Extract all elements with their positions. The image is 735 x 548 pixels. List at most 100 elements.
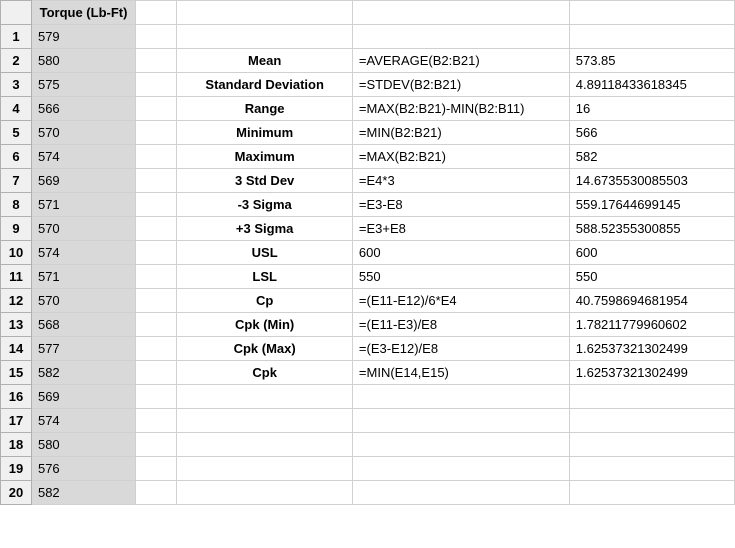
torque-cell[interactable]: 568 (31, 313, 135, 337)
stat-label-cell[interactable]: Maximum (177, 145, 353, 169)
blank-cell[interactable] (136, 361, 177, 385)
formula-cell[interactable]: =MAX(B2:B21)-MIN(B2:B11) (352, 97, 569, 121)
stat-label-cell[interactable]: Cp (177, 289, 353, 313)
formula-cell[interactable]: =MIN(B2:B21) (352, 121, 569, 145)
blank-cell[interactable] (136, 385, 177, 409)
stat-label-cell[interactable]: Cpk (177, 361, 353, 385)
row-number[interactable]: 6 (1, 145, 32, 169)
torque-cell[interactable]: 570 (31, 121, 135, 145)
stat-label-cell[interactable]: 3 Std Dev (177, 169, 353, 193)
stat-label-cell[interactable]: Minimum (177, 121, 353, 145)
result-cell[interactable]: 559.17644699145 (569, 193, 734, 217)
stat-label-cell[interactable]: LSL (177, 265, 353, 289)
torque-cell[interactable]: 566 (31, 97, 135, 121)
result-cell[interactable]: 1.62537321302499 (569, 337, 734, 361)
formula-cell[interactable] (352, 385, 569, 409)
result-cell[interactable]: 1.62537321302499 (569, 361, 734, 385)
formula-cell[interactable]: 600 (352, 241, 569, 265)
stat-label-cell[interactable]: +3 Sigma (177, 217, 353, 241)
result-cell[interactable]: 14.6735530085503 (569, 169, 734, 193)
result-header[interactable] (569, 1, 734, 25)
row-number[interactable]: 3 (1, 73, 32, 97)
result-cell[interactable] (569, 25, 734, 49)
row-number[interactable]: 2 (1, 49, 32, 73)
formula-cell[interactable]: =STDEV(B2:B21) (352, 73, 569, 97)
stat-label-cell[interactable]: Range (177, 97, 353, 121)
blank-cell[interactable] (136, 457, 177, 481)
row-number[interactable]: 4 (1, 97, 32, 121)
torque-cell[interactable]: 570 (31, 289, 135, 313)
formula-cell[interactable] (352, 433, 569, 457)
row-number[interactable]: 19 (1, 457, 32, 481)
blank-cell[interactable] (136, 25, 177, 49)
result-cell[interactable]: 600 (569, 241, 734, 265)
torque-cell[interactable]: 575 (31, 73, 135, 97)
row-number[interactable]: 10 (1, 241, 32, 265)
result-cell[interactable] (569, 481, 734, 505)
blank-cell[interactable] (136, 193, 177, 217)
torque-cell[interactable]: 582 (31, 361, 135, 385)
row-number[interactable]: 16 (1, 385, 32, 409)
stat-label-cell[interactable]: Standard Deviation (177, 73, 353, 97)
stat-label-cell[interactable] (177, 433, 353, 457)
row-number[interactable]: 7 (1, 169, 32, 193)
blank-cell[interactable] (136, 481, 177, 505)
torque-cell[interactable]: 579 (31, 25, 135, 49)
blank-cell[interactable] (136, 433, 177, 457)
result-cell[interactable]: 582 (569, 145, 734, 169)
row-number[interactable]: 18 (1, 433, 32, 457)
row-number[interactable]: 15 (1, 361, 32, 385)
torque-header[interactable]: Torque (Lb-Ft) (31, 1, 135, 25)
result-cell[interactable] (569, 457, 734, 481)
stat-label-cell[interactable] (177, 409, 353, 433)
torque-cell[interactable]: 574 (31, 409, 135, 433)
formula-cell[interactable]: =E3-E8 (352, 193, 569, 217)
formula-cell[interactable] (352, 481, 569, 505)
stat-label-cell[interactable] (177, 457, 353, 481)
formula-cell[interactable]: =E3+E8 (352, 217, 569, 241)
result-cell[interactable]: 4.89118433618345 (569, 73, 734, 97)
label-header[interactable] (177, 1, 353, 25)
stat-label-cell[interactable]: -3 Sigma (177, 193, 353, 217)
formula-cell[interactable]: =(E3-E12)/E8 (352, 337, 569, 361)
row-number[interactable]: 11 (1, 265, 32, 289)
blank-cell[interactable] (136, 145, 177, 169)
row-number[interactable]: 5 (1, 121, 32, 145)
row-number[interactable]: 1 (1, 25, 32, 49)
formula-cell[interactable]: =AVERAGE(B2:B21) (352, 49, 569, 73)
result-cell[interactable] (569, 385, 734, 409)
blank-cell[interactable] (136, 313, 177, 337)
result-cell[interactable] (569, 433, 734, 457)
row-number[interactable]: 12 (1, 289, 32, 313)
row-number[interactable]: 20 (1, 481, 32, 505)
blank-cell[interactable] (136, 217, 177, 241)
result-cell[interactable]: 588.52355300855 (569, 217, 734, 241)
torque-cell[interactable]: 569 (31, 385, 135, 409)
result-cell[interactable]: 550 (569, 265, 734, 289)
row-number[interactable]: 13 (1, 313, 32, 337)
stat-label-cell[interactable]: Mean (177, 49, 353, 73)
formula-cell[interactable] (352, 409, 569, 433)
blank-cell[interactable] (136, 121, 177, 145)
row-number[interactable]: 8 (1, 193, 32, 217)
formula-cell[interactable]: =E4*3 (352, 169, 569, 193)
torque-cell[interactable]: 576 (31, 457, 135, 481)
torque-cell[interactable]: 574 (31, 241, 135, 265)
formula-cell[interactable]: =MAX(B2:B21) (352, 145, 569, 169)
blank-cell[interactable] (136, 337, 177, 361)
stat-label-cell[interactable] (177, 481, 353, 505)
torque-cell[interactable]: 570 (31, 217, 135, 241)
row-number[interactable]: 9 (1, 217, 32, 241)
torque-cell[interactable]: 580 (31, 433, 135, 457)
result-cell[interactable]: 566 (569, 121, 734, 145)
result-cell[interactable]: 40.7598694681954 (569, 289, 734, 313)
torque-cell[interactable]: 574 (31, 145, 135, 169)
torque-cell[interactable]: 569 (31, 169, 135, 193)
result-cell[interactable]: 1.78211779960602 (569, 313, 734, 337)
torque-cell[interactable]: 582 (31, 481, 135, 505)
blank-cell[interactable] (136, 97, 177, 121)
blank-header[interactable] (136, 1, 177, 25)
blank-cell[interactable] (136, 169, 177, 193)
stat-label-cell[interactable]: Cpk (Max) (177, 337, 353, 361)
torque-cell[interactable]: 580 (31, 49, 135, 73)
